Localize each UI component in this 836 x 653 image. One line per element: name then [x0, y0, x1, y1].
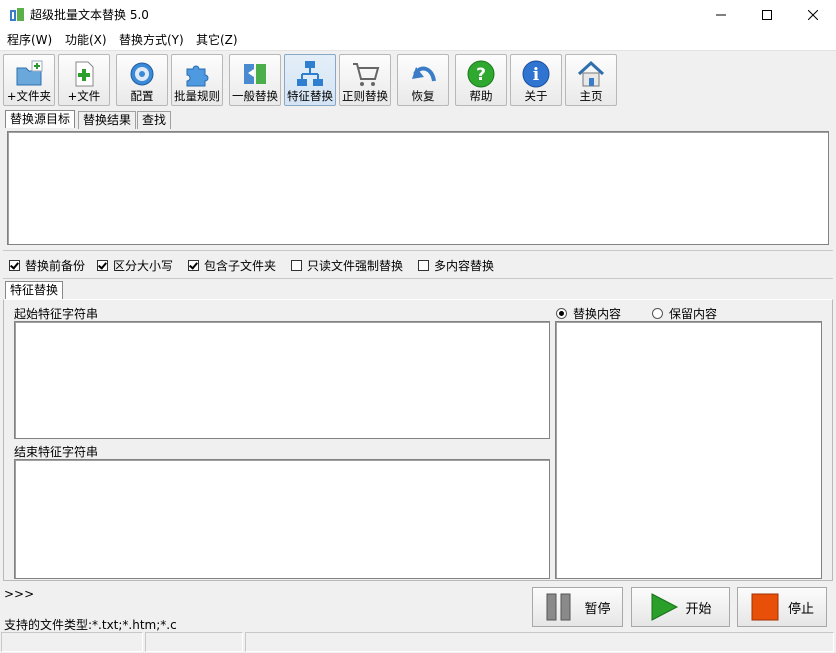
pause-icon	[546, 593, 571, 621]
case-checkbox[interactable]	[97, 259, 108, 271]
keep-content-radio[interactable]	[652, 308, 663, 319]
about-button[interactable]: i 关于	[510, 54, 562, 106]
end-string-label: 结束特征字符串	[14, 445, 99, 459]
folder-add-icon	[16, 60, 43, 86]
readonly-label: 只读文件强制替换	[307, 258, 404, 273]
puzzle-icon	[186, 65, 209, 87]
svg-text:i: i	[533, 65, 540, 85]
restore-button[interactable]: 恢复	[397, 54, 449, 106]
maximize-button[interactable]	[744, 0, 790, 30]
app-icon	[9, 7, 25, 23]
add-file-label: +文件	[67, 89, 101, 103]
start-label: 开始	[685, 601, 712, 617]
menu-replace-mode[interactable]: 替换方式(Y)	[119, 32, 184, 49]
backup-checkbox[interactable]	[9, 259, 20, 271]
add-folder-button[interactable]: +文件夹	[3, 54, 55, 106]
general-replace-button[interactable]: 一般替换	[229, 54, 281, 106]
feature-replace-label: 特征替换	[287, 89, 333, 103]
homepage-label: 主页	[579, 89, 603, 103]
keep-content-label: 保留内容	[669, 307, 718, 321]
undo-icon	[412, 66, 436, 82]
about-label: 关于	[524, 89, 548, 103]
option-force-readonly[interactable]: 只读文件强制替换	[291, 257, 403, 273]
regex-replace-button[interactable]: 正则替换	[339, 54, 391, 106]
option-backup[interactable]: 替换前备份	[9, 257, 85, 273]
replace-icon	[244, 64, 266, 84]
add-file-button[interactable]: +文件	[58, 54, 110, 106]
config-button[interactable]: 配置	[116, 54, 168, 106]
multi-label: 多内容替换	[434, 258, 495, 273]
file-add-icon	[75, 61, 94, 87]
config-label: 配置	[130, 89, 154, 103]
status-pane-1	[1, 632, 143, 652]
gear-icon	[130, 62, 154, 86]
tab-feature-replace[interactable]: 特征替换	[5, 281, 64, 300]
readonly-checkbox[interactable]	[291, 259, 302, 271]
title-bar: 超级批量文本替换 5.0	[0, 0, 836, 30]
batch-rules-button[interactable]: 批量规则	[171, 54, 223, 106]
svg-text:?: ?	[476, 65, 486, 85]
add-folder-label: +文件夹	[6, 89, 52, 103]
menu-bar: 程序(W) 功能(X) 替换方式(Y) 其它(Z)	[0, 30, 836, 51]
log-prompt: >>>	[4, 587, 35, 601]
replace-content-label: 替换内容	[573, 307, 622, 321]
help-button[interactable]: ? 帮助	[455, 54, 507, 106]
close-button[interactable]	[790, 0, 836, 30]
homepage-button[interactable]: 主页	[565, 54, 617, 106]
source-target-list[interactable]	[7, 131, 829, 245]
menu-program[interactable]: 程序(W)	[7, 32, 52, 49]
option-multi-content[interactable]: 多内容替换	[418, 257, 494, 273]
status-pane-2	[145, 632, 243, 652]
file-types-text: 支持的文件类型:*.txt;*.htm;*.c	[4, 618, 177, 632]
tab-replace-results[interactable]: 替换结果	[78, 111, 137, 129]
home-icon	[577, 60, 605, 87]
radio-replace-content[interactable]: 替换内容	[556, 305, 621, 322]
log-area: >>> 支持的文件类型:*.txt;*.htm;*.c	[0, 584, 522, 632]
divider	[3, 250, 833, 251]
help-label: 帮助	[469, 89, 493, 103]
menu-other[interactable]: 其它(Z)	[196, 32, 238, 49]
general-replace-label: 一般替换	[232, 89, 278, 103]
option-include-subfolders[interactable]: 包含子文件夹	[188, 257, 276, 273]
feature-replace-button[interactable]: 特征替换	[284, 54, 336, 106]
tab-find[interactable]: 查找	[137, 111, 172, 129]
backup-label: 替换前备份	[25, 258, 86, 273]
start-string-label: 起始特征字符串	[14, 307, 99, 321]
subfolders-label: 包含子文件夹	[204, 258, 277, 273]
multi-checkbox[interactable]	[418, 259, 429, 271]
minimize-button[interactable]	[698, 0, 744, 30]
replacement-content-input[interactable]	[555, 321, 822, 579]
option-case-sensitive[interactable]: 区分大小写	[97, 257, 173, 273]
restore-label: 恢复	[411, 89, 435, 103]
replace-content-radio[interactable]	[556, 308, 567, 319]
end-string-input[interactable]	[14, 459, 550, 579]
regex-replace-label: 正则替换	[342, 89, 388, 103]
hierarchy-icon	[297, 61, 323, 86]
stop-label: 停止	[787, 601, 814, 617]
start-button[interactable]: 开始	[631, 587, 730, 627]
status-pane-3	[245, 632, 834, 652]
stop-button[interactable]: 停止	[737, 587, 827, 627]
subfolders-checkbox[interactable]	[188, 259, 199, 271]
cart-icon	[353, 63, 380, 86]
play-icon	[651, 593, 679, 621]
divider	[3, 278, 833, 279]
radio-keep-content[interactable]: 保留内容	[652, 305, 717, 322]
start-string-input[interactable]	[14, 321, 550, 439]
help-icon: ?	[467, 60, 495, 88]
info-icon: i	[522, 60, 550, 88]
stop-icon	[751, 593, 779, 621]
case-label: 区分大小写	[113, 258, 174, 273]
pause-button[interactable]: 暂停	[532, 587, 623, 627]
toolbar: +文件夹 +文件 配置 批量规则 一般替换 特征替换 正则替换 恢复 ? 帮助 …	[0, 52, 836, 108]
menu-function[interactable]: 功能(X)	[65, 32, 107, 49]
pause-label: 暂停	[584, 601, 611, 617]
window-title: 超级批量文本替换 5.0	[30, 8, 149, 22]
tab-source-target[interactable]: 替换源目标	[5, 110, 76, 128]
batch-rules-label: 批量规则	[174, 89, 220, 103]
